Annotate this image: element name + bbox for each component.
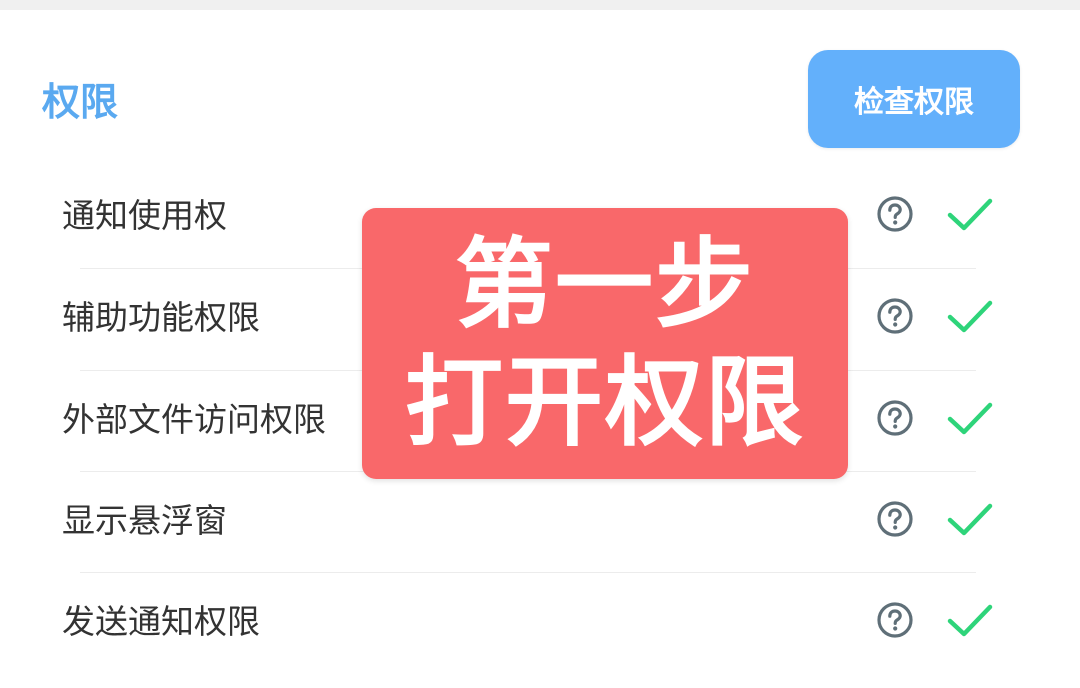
permission-label: 发送通知权限 <box>62 602 260 641</box>
permission-label: 外部文件访问权限 <box>62 400 326 439</box>
checkmark-icon <box>947 402 993 435</box>
permission-row-send-notification[interactable]: 发送通知权限 <box>0 573 1080 674</box>
help-circle-icon[interactable] <box>876 601 914 639</box>
help-circle-icon[interactable] <box>876 399 914 437</box>
section-title: 权限 <box>42 80 119 124</box>
permission-label: 辅助功能权限 <box>62 298 260 337</box>
permission-label: 通知使用权 <box>62 196 227 235</box>
checkmark-icon <box>947 604 993 637</box>
checkmark-icon <box>947 198 993 231</box>
help-circle-icon[interactable] <box>876 297 914 335</box>
top-strip <box>0 0 1080 10</box>
checkmark-icon <box>947 503 993 536</box>
step-instruction-overlay: 第一步 打开权限 <box>362 208 848 479</box>
overlay-step-label: 第一步 <box>454 228 755 342</box>
help-circle-icon[interactable] <box>876 500 914 538</box>
help-circle-icon[interactable] <box>876 195 914 233</box>
overlay-instruction-label: 打开权限 <box>404 346 805 460</box>
check-permissions-button[interactable]: 检查权限 <box>808 50 1020 148</box>
checkmark-icon <box>947 300 993 333</box>
permission-label: 显示悬浮窗 <box>62 501 227 540</box>
permission-row-overlay-window[interactable]: 显示悬浮窗 <box>0 472 1080 573</box>
